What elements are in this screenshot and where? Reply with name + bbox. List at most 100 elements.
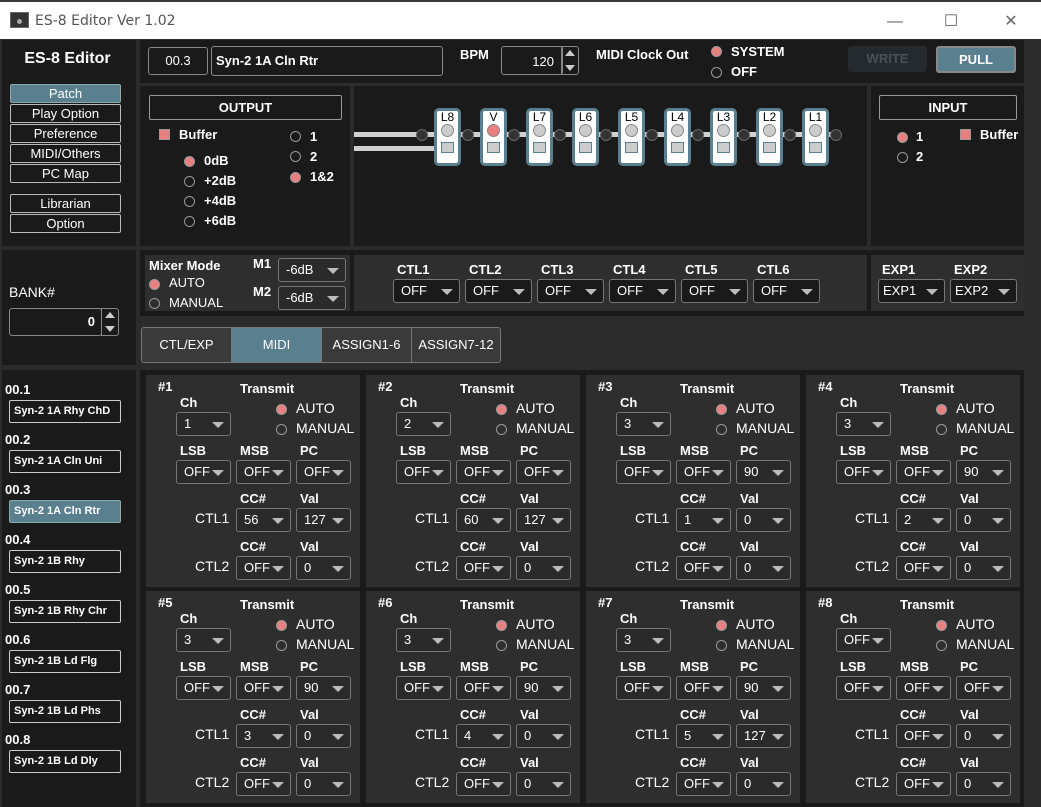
loop-block[interactable]: L3 [710,108,737,166]
bpm-field[interactable]: 120 [501,46,563,75]
ctl1-cc-select[interactable]: 60 [456,508,511,532]
loop-indicator[interactable] [625,124,638,137]
ctl-select[interactable]: OFF [609,279,676,303]
ctl2-cc-select[interactable]: OFF [676,556,731,580]
ctl2-val-select[interactable]: 0 [736,772,791,796]
transmit-auto-radio[interactable] [276,404,287,415]
mixer-auto-radio[interactable] [149,279,160,290]
ctl2-val-select[interactable]: 0 [736,556,791,580]
ctl-select[interactable]: OFF [537,279,604,303]
ctl1-cc-select[interactable]: 4 [456,724,511,748]
ctl2-val-select[interactable]: 0 [516,772,571,796]
msb-select[interactable]: OFF [676,460,731,484]
arrow-down-icon[interactable] [105,326,115,332]
bank-spinner[interactable] [101,308,119,336]
ch-select[interactable]: OFF [836,628,891,652]
tab-assign7-12[interactable]: ASSIGN7-12 [411,327,501,363]
loop-indicator[interactable] [441,124,454,137]
output-1-radio[interactable] [290,131,301,142]
lsb-select[interactable]: OFF [836,676,891,700]
patch-list-item[interactable]: Syn-2 1B Rhy Chr [9,600,121,623]
patch-list-item[interactable]: Syn-2 1A Cln Uni [9,450,121,473]
nav-option[interactable]: Option [10,214,121,233]
pull-button[interactable]: PULL [936,46,1016,73]
ctl2-cc-select[interactable]: OFF [236,556,291,580]
loop-switch[interactable] [441,142,454,153]
msb-select[interactable]: OFF [456,460,511,484]
input-2-radio[interactable] [897,152,908,163]
ctl2-cc-select[interactable]: OFF [896,772,951,796]
lsb-select[interactable]: OFF [176,676,231,700]
ch-select[interactable]: 3 [396,628,451,652]
loop-block[interactable]: L8 [434,108,461,166]
ch-select[interactable]: 3 [836,412,891,436]
lsb-select[interactable]: OFF [396,676,451,700]
output-buffer-checkbox[interactable] [159,129,170,140]
loop-indicator[interactable] [717,124,730,137]
ctl-select[interactable]: OFF [393,279,460,303]
pc-select[interactable]: OFF [296,460,351,484]
ctl1-val-select[interactable]: 127 [516,508,571,532]
m2-select[interactable]: -6dB [278,286,346,310]
transmit-auto-radio[interactable] [496,404,507,415]
msb-select[interactable]: OFF [236,460,291,484]
ctl1-cc-select[interactable]: 1 [676,508,731,532]
ctl2-cc-select[interactable]: OFF [676,772,731,796]
ctl1-cc-select[interactable]: 2 [896,508,951,532]
input-1-radio[interactable] [897,132,908,143]
lsb-select[interactable]: OFF [396,460,451,484]
loop-block[interactable]: L1 [802,108,829,166]
bank-field[interactable]: 0 [9,308,102,336]
ctl1-val-select[interactable]: 0 [296,724,351,748]
ch-select[interactable]: 2 [396,412,451,436]
transmit-manual-radio[interactable] [716,424,727,435]
nav-patch[interactable]: Patch [10,84,121,103]
arrow-down-icon[interactable] [565,65,575,71]
transmit-manual-radio[interactable] [936,640,947,651]
write-button[interactable]: WRITE [848,46,927,72]
nav-play-option[interactable]: Play Option [10,104,121,123]
pc-select[interactable]: 90 [956,460,1011,484]
input-buffer-checkbox[interactable] [960,129,971,140]
loop-block[interactable]: L2 [756,108,783,166]
output-1and2-radio[interactable] [290,172,301,183]
nav-midi-others[interactable]: MIDI/Others [10,144,121,163]
ctl1-cc-select[interactable]: 56 [236,508,291,532]
pc-select[interactable]: OFF [516,460,571,484]
tab-assign1-6[interactable]: ASSIGN1-6 [321,327,412,363]
ctl2-val-select[interactable]: 0 [956,556,1011,580]
ctl1-cc-select[interactable]: 3 [236,724,291,748]
patch-name-field[interactable]: Syn-2 1A Cln Rtr [211,46,443,76]
ctl1-cc-select[interactable]: 5 [676,724,731,748]
ctl-select[interactable]: OFF [465,279,532,303]
transmit-auto-radio[interactable] [936,404,947,415]
loop-switch[interactable] [763,142,776,153]
loop-switch[interactable] [809,142,822,153]
ch-select[interactable]: 3 [616,628,671,652]
mixer-manual-radio[interactable] [149,298,160,309]
loop-block[interactable]: L4 [664,108,691,166]
ch-select[interactable]: 3 [176,628,231,652]
transmit-manual-radio[interactable] [716,640,727,651]
loop-switch[interactable] [671,142,684,153]
loop-switch[interactable] [487,142,500,153]
ch-select[interactable]: 1 [176,412,231,436]
transmit-auto-radio[interactable] [716,620,727,631]
pc-select[interactable]: 90 [736,460,791,484]
exp-select[interactable]: EXP2 [950,279,1017,303]
lsb-select[interactable]: OFF [616,676,671,700]
minimize-button[interactable]: — [872,6,918,38]
msb-select[interactable]: OFF [896,676,951,700]
ctl1-val-select[interactable]: 127 [736,724,791,748]
bpm-spinner[interactable] [561,46,579,75]
transmit-manual-radio[interactable] [496,424,507,435]
loop-block[interactable]: L7 [526,108,553,166]
transmit-auto-radio[interactable] [496,620,507,631]
ctl2-val-select[interactable]: 0 [296,772,351,796]
output-level-2db-radio[interactable] [184,176,195,187]
nav-preference[interactable]: Preference [10,124,121,143]
ctl2-cc-select[interactable]: OFF [896,556,951,580]
midi-clock-off-radio[interactable] [711,67,722,78]
patch-list-item[interactable]: Syn-2 1A Rhy ChD [9,400,121,423]
ctl-select[interactable]: OFF [753,279,820,303]
